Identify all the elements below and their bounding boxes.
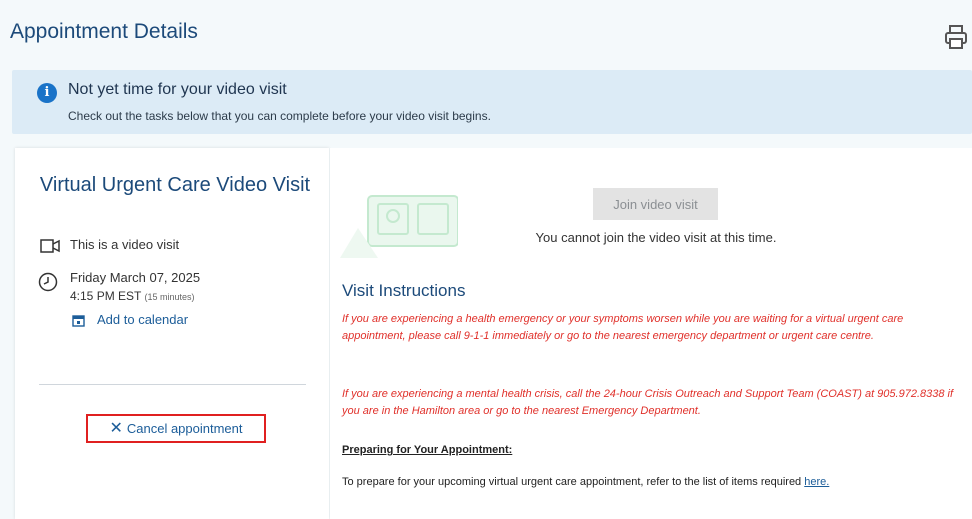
info-banner: i Not yet time for your video visit Chec… [12, 70, 972, 134]
appointment-date: Friday March 07, 2025 [70, 270, 201, 285]
appointment-time-value: 4:15 PM EST [70, 289, 142, 303]
visit-panel: Join video visit You cannot join the vid… [330, 148, 972, 519]
join-unavailable-note: You cannot join the video visit at this … [535, 230, 777, 245]
join-video-visit-button[interactable]: Join video visit [593, 188, 718, 220]
divider [39, 384, 306, 385]
banner-text: Check out the tasks below that you can c… [68, 109, 491, 123]
clock-icon [38, 272, 58, 292]
required-items-link[interactable]: here. [804, 476, 829, 488]
video-visit-illustration-icon [340, 195, 458, 258]
preparing-heading: Preparing for Your Appointment: [342, 444, 513, 456]
calendar-icon [72, 315, 85, 327]
printer-icon[interactable] [944, 24, 968, 50]
cancel-appointment-label: Cancel appointment [126, 421, 243, 436]
appointment-duration: (15 minutes) [144, 292, 195, 302]
close-icon: ✕ [109, 419, 123, 437]
banner-title: Not yet time for your video visit [68, 81, 287, 98]
appointment-card: Virtual Urgent Care Video Visit This is … [15, 148, 329, 519]
crisis-warning-text: If you are experiencing a mental health … [342, 388, 954, 417]
add-to-calendar-link[interactable]: Add to calendar [97, 312, 188, 327]
visit-title: Virtual Urgent Care Video Visit [39, 174, 311, 196]
appointment-time: 4:15 PM EST (15 minutes) [70, 289, 195, 303]
visit-instructions-title: Visit Instructions [342, 281, 466, 300]
preparing-text-body: To prepare for your upcoming virtual urg… [342, 476, 805, 488]
video-camera-icon [40, 239, 60, 253]
cancel-appointment-button[interactable]: ✕ Cancel appointment [86, 414, 266, 443]
preparing-text: To prepare for your upcoming virtual urg… [342, 476, 829, 488]
info-icon: i [37, 83, 57, 103]
video-visit-label: This is a video visit [70, 237, 180, 252]
emergency-warning-text: If you are experiencing a health emergen… [342, 313, 904, 342]
page-title: Appointment Details [10, 20, 198, 43]
